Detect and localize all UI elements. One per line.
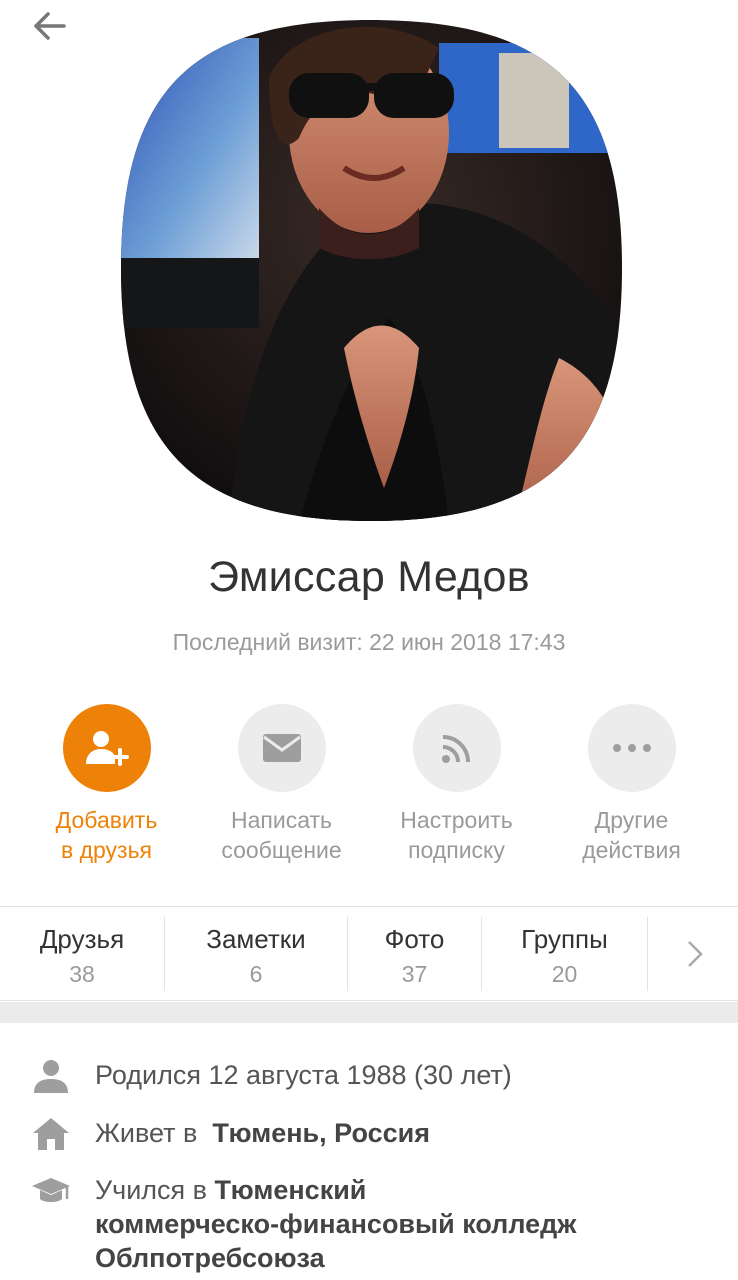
- education-line1: Учился в Тюменский: [95, 1173, 715, 1207]
- subscription-label-line2: подписку: [408, 837, 505, 863]
- arrow-left-icon: [34, 12, 66, 40]
- write-message-button[interactable]: Написать сообщение: [194, 704, 369, 874]
- other-actions-circle[interactable]: [587, 704, 676, 792]
- stats-more-button[interactable]: [675, 907, 715, 1000]
- education-line3: Облпотребсоюза: [95, 1241, 715, 1275]
- graduation-cap-icon: [32, 1178, 70, 1202]
- profile-name: Эмиссар Медов: [208, 553, 530, 601]
- write-message-label-line2: сообщение: [221, 837, 342, 863]
- stat-groups-count: 20: [551, 961, 578, 987]
- profile-actions: Добавить в друзья Написать сообщение Нас…: [19, 704, 719, 874]
- stat-notes[interactable]: Заметки 6: [165, 907, 347, 1000]
- education-school-part1[interactable]: Тюменский: [215, 1175, 367, 1205]
- add-friend-label-line2: в друзья: [60, 837, 153, 863]
- write-message-label: Написать сообщение: [221, 805, 341, 865]
- person-icon: [34, 1060, 68, 1093]
- divider: [647, 917, 648, 991]
- subscription-button[interactable]: Настроить подписку: [369, 704, 544, 874]
- stat-friends[interactable]: Друзья 38: [0, 907, 164, 1000]
- stat-notes-label: Заметки: [206, 924, 306, 954]
- stat-photos-label: Фото: [384, 924, 445, 954]
- profile-stats: Друзья 38 Заметки 6 Фото 37 Группы 20: [0, 906, 738, 1001]
- add-friend-icon: [85, 731, 129, 766]
- add-friend-circle[interactable]: [62, 704, 151, 792]
- subscription-circle[interactable]: [412, 704, 501, 792]
- back-button[interactable]: [30, 8, 70, 44]
- chevron-right-icon: [688, 940, 703, 967]
- subscription-label-line1: Настроить: [400, 807, 513, 833]
- location-prefix: Живет в: [95, 1118, 198, 1148]
- education-text: Учился в Тюменский коммерческо-финансовы…: [95, 1173, 715, 1275]
- education-line2: коммерческо-финансовый колледж: [95, 1207, 715, 1241]
- location-text: Живет в Тюмень, Россия: [95, 1116, 715, 1150]
- education-prefix: Учился в: [95, 1175, 208, 1205]
- rss-icon: [441, 735, 470, 763]
- last-visit: Последний визит: 22 июн 2018 17:43: [172, 629, 566, 655]
- subscription-label: Настроить подписку: [400, 805, 512, 865]
- add-friend-label-line1: Добавить: [55, 807, 158, 833]
- other-actions-label-line1: Другие: [594, 807, 669, 833]
- stat-groups[interactable]: Группы 20: [482, 907, 647, 1000]
- section-divider: [0, 1002, 738, 1023]
- birth-text: Родился 12 августа 1988 (30 лет): [95, 1060, 512, 1090]
- avatar[interactable]: [119, 18, 624, 523]
- stat-friends-label: Друзья: [39, 924, 125, 954]
- other-actions-button[interactable]: Другие действия: [544, 704, 719, 874]
- stat-notes-count: 6: [249, 961, 263, 987]
- stat-groups-label: Группы: [521, 924, 608, 954]
- other-actions-label-line2: действия: [582, 837, 681, 863]
- more-dots-icon: [612, 744, 651, 752]
- location-city[interactable]: Тюмень, Россия: [212, 1118, 430, 1148]
- envelope-icon: [262, 734, 301, 762]
- education-school-part3[interactable]: Облпотребсоюза: [95, 1243, 325, 1273]
- add-friend-label: Добавить в друзья: [56, 805, 158, 865]
- stat-photos-count: 37: [401, 961, 428, 987]
- stat-photos[interactable]: Фото 37: [348, 907, 481, 1000]
- write-message-circle[interactable]: [237, 704, 326, 792]
- other-actions-label: Другие действия: [582, 805, 681, 865]
- education-school-part2[interactable]: коммерческо-финансовый колледж: [95, 1209, 576, 1239]
- add-friend-button[interactable]: Добавить в друзья: [19, 704, 194, 874]
- write-message-label-line1: Написать: [230, 807, 332, 833]
- home-icon: [33, 1118, 69, 1150]
- stat-friends-count: 38: [69, 961, 95, 987]
